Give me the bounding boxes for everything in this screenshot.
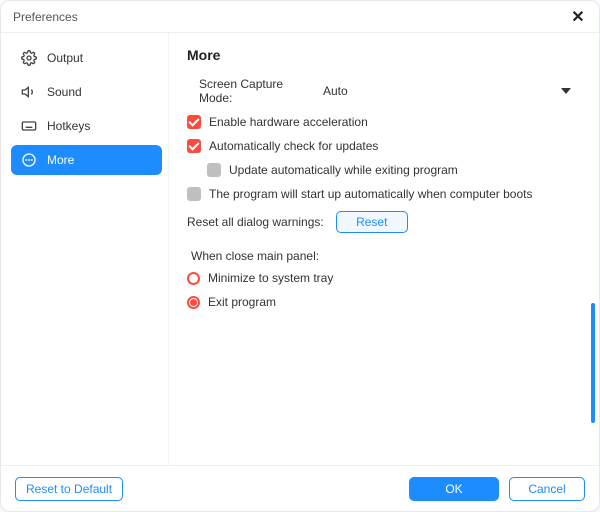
checkbox-auto-updates[interactable]: [187, 139, 201, 153]
reset-default-button[interactable]: Reset to Default: [15, 477, 123, 501]
checkbox-hw-accel[interactable]: [187, 115, 201, 129]
sidebar-item-sound[interactable]: Sound: [11, 77, 162, 107]
sidebar-item-label: Sound: [47, 85, 82, 99]
capture-mode-label: Screen Capture Mode:: [199, 77, 319, 105]
sidebar-item-hotkeys[interactable]: Hotkeys: [11, 111, 162, 141]
label-auto-updates: Automatically check for updates: [209, 139, 378, 153]
row-reset-warnings: Reset all dialog warnings: Reset: [187, 211, 575, 233]
label-hw-accel: Enable hardware acceleration: [209, 115, 368, 129]
footer: Reset to Default OK Cancel: [1, 465, 599, 511]
label-autostart: The program will start up automatically …: [209, 187, 532, 201]
speaker-icon: [21, 84, 37, 100]
sidebar: Output Sound Hotkeys More: [1, 33, 169, 465]
page-title: More: [187, 47, 575, 63]
checkbox-autostart[interactable]: [187, 187, 201, 201]
capture-mode-value: Auto: [323, 84, 348, 98]
row-hw-accel[interactable]: Enable hardware acceleration: [187, 115, 575, 129]
main-panel: More Screen Capture Mode: Auto Enable ha…: [169, 33, 599, 465]
label-update-on-exit: Update automatically while exiting progr…: [229, 163, 458, 177]
close-icon[interactable]: ✕: [569, 8, 587, 26]
radio-minimize[interactable]: [187, 272, 200, 285]
row-auto-updates[interactable]: Automatically check for updates: [187, 139, 575, 153]
row-opt-minimize[interactable]: Minimize to system tray: [187, 271, 575, 285]
more-icon: [21, 152, 37, 168]
row-autostart[interactable]: The program will start up automatically …: [187, 187, 575, 201]
capture-mode-select[interactable]: Auto: [319, 80, 575, 102]
titlebar: Preferences ✕: [1, 1, 599, 33]
preferences-window: Preferences ✕ Output Sound Hotke: [0, 0, 600, 512]
cancel-button[interactable]: Cancel: [509, 477, 585, 501]
sidebar-item-label: Hotkeys: [47, 119, 90, 133]
sidebar-item-more[interactable]: More: [11, 145, 162, 175]
ok-button[interactable]: OK: [409, 477, 499, 501]
radio-exit[interactable]: [187, 296, 200, 309]
sidebar-item-label: More: [47, 153, 74, 167]
reset-warnings-button[interactable]: Reset: [336, 211, 408, 233]
label-minimize: Minimize to system tray: [208, 271, 333, 285]
window-title: Preferences: [13, 10, 78, 24]
label-exit: Exit program: [208, 295, 276, 309]
chevron-down-icon: [561, 88, 571, 94]
close-panel-label: When close main panel:: [191, 249, 575, 263]
reset-warnings-label: Reset all dialog warnings:: [187, 215, 324, 229]
row-screen-capture-mode: Screen Capture Mode: Auto: [199, 77, 575, 105]
scrollbar-thumb[interactable]: [591, 303, 595, 423]
checkbox-update-on-exit[interactable]: [207, 163, 221, 177]
body: Output Sound Hotkeys More: [1, 33, 599, 465]
row-opt-exit[interactable]: Exit program: [187, 295, 575, 309]
gear-icon: [21, 50, 37, 66]
keyboard-icon: [21, 118, 37, 134]
sidebar-item-output[interactable]: Output: [11, 43, 162, 73]
row-update-on-exit[interactable]: Update automatically while exiting progr…: [207, 163, 575, 177]
sidebar-item-label: Output: [47, 51, 83, 65]
